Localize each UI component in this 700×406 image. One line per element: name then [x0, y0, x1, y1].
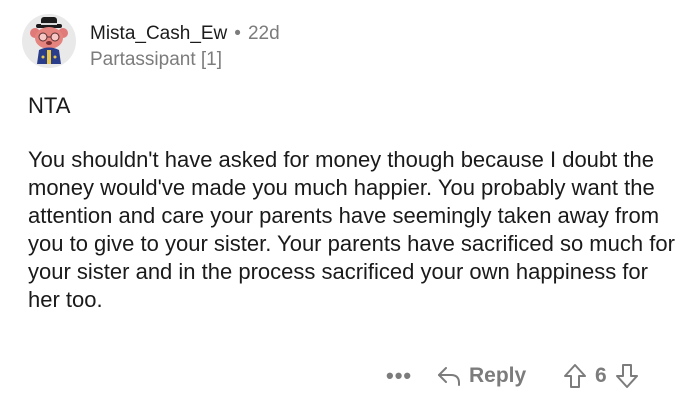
vote-controls: 6 — [563, 362, 639, 390]
reply-arrow-icon — [438, 367, 460, 386]
user-flair: Partassipant [1] — [90, 49, 223, 70]
comment-actions: ••• Reply 6 — [0, 362, 700, 394]
comment-body: You shouldn't have asked for money thoug… — [28, 147, 675, 312]
comment-verdict: NTA — [28, 93, 71, 118]
reply-label: Reply — [469, 364, 527, 387]
snoo-avatar-icon — [30, 17, 68, 64]
downvote-arrow-icon[interactable] — [615, 363, 639, 389]
author-meta: Mista_Cash_Ew • 22d Partassipant [1] — [90, 23, 280, 71]
avatar[interactable] — [22, 14, 76, 68]
username[interactable]: Mista_Cash_Ew — [90, 23, 227, 45]
comment: Mista_Cash_Ew • 22d Partassipant [1] NTA… — [0, 0, 700, 406]
upvote-arrow-icon[interactable] — [563, 363, 587, 389]
reply-button[interactable]: Reply — [436, 362, 526, 390]
comment-age: 22d — [247, 23, 280, 44]
separator-dot: • — [234, 23, 241, 44]
comment-header: Mista_Cash_Ew • 22d Partassipant [1] — [22, 14, 280, 71]
more-options-button[interactable]: ••• — [386, 362, 412, 390]
vote-score: 6 — [595, 364, 607, 387]
